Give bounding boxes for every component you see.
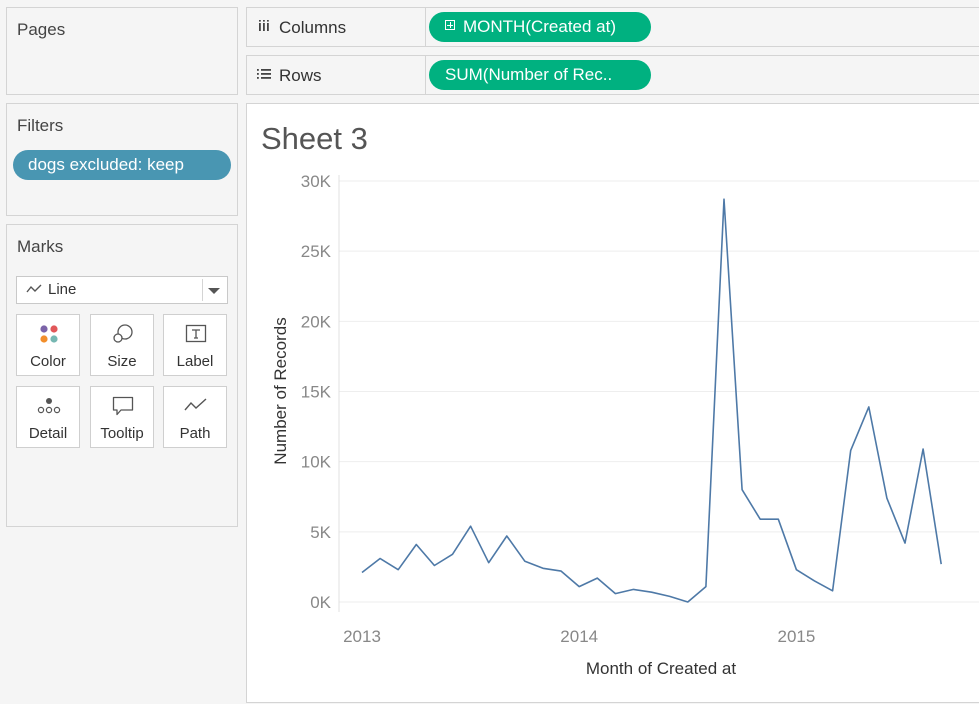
data-point[interactable]	[378, 557, 382, 561]
mark-type-label: Line	[48, 281, 77, 298]
columns-label-text: Columns	[279, 18, 347, 37]
chevron-down-icon[interactable]	[208, 288, 220, 294]
tooltip-button[interactable]: Tooltip	[90, 386, 154, 448]
x-axis-ticks: 2013 2014 2015	[343, 627, 815, 646]
rows-icon	[257, 69, 271, 79]
data-point[interactable]	[523, 559, 527, 563]
detail-button-label: Detail	[28, 425, 68, 442]
rows-pill[interactable]: SUM(Number of Rec..	[429, 60, 651, 90]
data-point[interactable]	[740, 488, 744, 492]
data-point[interactable]	[505, 534, 509, 538]
columns-shelf: Columns MONTH(Created at)	[246, 7, 979, 47]
rows-shelf-label: Rows	[257, 66, 322, 86]
marks-card: Marks Line Color Size Label Detail Toolt…	[6, 224, 238, 527]
y-tick-label: 5K	[310, 523, 331, 542]
label-button[interactable]: Label	[163, 314, 227, 376]
size-button[interactable]: Size	[90, 314, 154, 376]
line-mark-icon	[26, 284, 42, 293]
data-point[interactable]	[632, 587, 636, 591]
size-circles-icon	[113, 324, 133, 343]
data-point[interactable]	[396, 568, 400, 572]
data-point[interactable]	[577, 585, 581, 589]
data-point[interactable]	[487, 561, 491, 565]
x-tick-label: 2015	[777, 627, 815, 646]
y-axis-ticks: 0K 5K 10K 15K 20K 25K 30K	[301, 172, 332, 612]
pages-title: Pages	[17, 20, 66, 39]
gridlines	[339, 180, 979, 603]
rows-label-text: Rows	[279, 66, 322, 85]
filters-card: Filters dogs excluded: keep	[6, 103, 238, 216]
y-tick-label: 25K	[301, 242, 332, 261]
color-dots-icon	[40, 325, 58, 343]
filters-title: Filters	[17, 116, 64, 135]
color-button[interactable]: Color	[16, 314, 80, 376]
y-tick-label: 0K	[310, 593, 331, 612]
data-point[interactable]	[903, 541, 907, 545]
data-point[interactable]	[668, 594, 672, 598]
view-card: Sheet 3 0K 5K 10K 15K 20K 25K 30K 2013 2014 2015…	[246, 103, 979, 703]
data-point[interactable]	[885, 496, 889, 500]
columns-pill-label: MONTH(Created at)	[463, 17, 617, 36]
data-point[interactable]	[613, 592, 617, 596]
data-point[interactable]	[360, 571, 364, 575]
tooltip-speech-icon	[112, 396, 134, 416]
color-button-label: Color	[30, 353, 66, 370]
y-tick-label: 30K	[301, 172, 332, 191]
detail-button[interactable]: Detail	[16, 386, 80, 448]
data-point[interactable]	[650, 590, 654, 594]
x-tick-label: 2013	[343, 627, 381, 646]
data-point[interactable]	[686, 600, 690, 604]
detail-dots-icon	[37, 398, 61, 414]
data-point[interactable]	[776, 517, 780, 521]
label-button-label: Label	[176, 353, 214, 370]
path-line-icon	[184, 398, 207, 411]
y-tick-label: 15K	[301, 383, 332, 402]
series-line[interactable]	[361, 198, 942, 603]
y-tick-label: 10K	[301, 453, 332, 472]
data-point[interactable]	[432, 564, 436, 568]
data-point[interactable]	[813, 579, 817, 583]
data-point[interactable]	[722, 197, 726, 201]
data-point[interactable]	[939, 562, 943, 566]
shelf-divider	[425, 8, 426, 46]
data-point[interactable]	[794, 568, 798, 572]
data-point[interactable]	[849, 448, 853, 452]
rows-shelf: Rows SUM(Number of Rec..	[246, 55, 979, 95]
y-tick-label: 20K	[301, 312, 332, 331]
tooltip-button-label: Tooltip	[100, 425, 144, 442]
data-point[interactable]	[831, 589, 835, 593]
expand-plus-icon[interactable]	[445, 20, 455, 30]
text-label-icon	[185, 324, 207, 343]
data-point[interactable]	[595, 576, 599, 580]
columns-icon	[259, 20, 269, 31]
y-axis-title: Number of Records	[271, 317, 290, 464]
data-points	[360, 197, 943, 604]
line-chart: 0K 5K 10K 15K 20K 25K 30K 2013 2014 2015 Month o…	[271, 172, 979, 678]
data-point[interactable]	[758, 517, 762, 521]
marks-title: Marks	[17, 237, 64, 256]
x-axis-title: Month of Created at	[586, 659, 737, 678]
data-point[interactable]	[867, 405, 871, 409]
columns-pill[interactable]: MONTH(Created at)	[429, 12, 651, 42]
columns-shelf-label: Columns	[257, 18, 346, 38]
filter-pill-dogs-excluded[interactable]: dogs excluded: keep	[13, 150, 231, 180]
dropdown-divider	[202, 279, 203, 301]
data-point[interactable]	[414, 543, 418, 547]
data-point[interactable]	[541, 566, 545, 570]
data-point[interactable]	[559, 569, 563, 573]
size-button-label: Size	[107, 353, 137, 370]
mark-type-dropdown[interactable]: Line	[16, 276, 228, 304]
x-tick-label: 2014	[560, 627, 598, 646]
data-point[interactable]	[451, 552, 455, 556]
data-point[interactable]	[704, 585, 708, 589]
path-button[interactable]: Path	[163, 386, 227, 448]
path-button-label: Path	[179, 425, 211, 442]
pages-card: Pages	[6, 7, 238, 95]
data-point[interactable]	[469, 524, 473, 528]
shelf-divider	[425, 56, 426, 94]
data-point[interactable]	[921, 447, 925, 451]
